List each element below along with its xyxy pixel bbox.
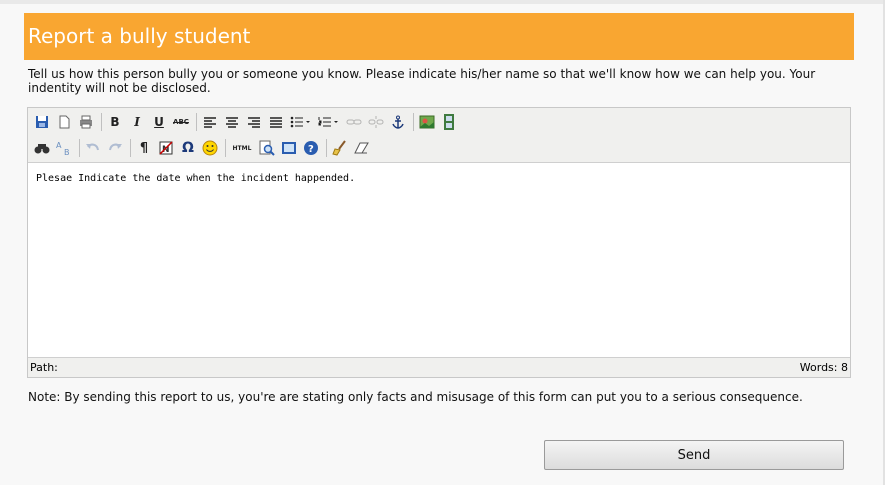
toolbar-separator	[79, 139, 80, 157]
svg-text:?: ?	[308, 144, 314, 155]
unlink-icon[interactable]	[366, 112, 386, 132]
toolbar-separator	[326, 139, 327, 157]
italic-button[interactable]: I	[127, 112, 147, 132]
page-title: Report a bully student	[24, 13, 854, 60]
align-left-icon[interactable]	[200, 112, 220, 132]
preview-icon[interactable]	[257, 138, 277, 158]
rich-text-editor[interactable]: B I U ABC A B ¶ N Ω HTML ? Plesae Indica…	[27, 107, 851, 378]
replace-icon[interactable]: AB	[54, 138, 74, 158]
eraser-icon[interactable]	[352, 138, 372, 158]
anchor-icon[interactable]	[388, 112, 408, 132]
redo-icon[interactable]	[105, 138, 125, 158]
justify-icon[interactable]	[266, 112, 286, 132]
remove-format-icon[interactable]: N	[156, 138, 176, 158]
path-label: Path:	[30, 361, 58, 374]
align-right-icon[interactable]	[244, 112, 264, 132]
editor-content-area[interactable]: Plesae Indicate the date when the incide…	[28, 163, 850, 357]
media-icon[interactable]	[439, 112, 459, 132]
svg-text:A: A	[56, 141, 62, 150]
toolbar-separator	[225, 139, 226, 157]
toolbar-separator	[196, 113, 197, 131]
strikethrough-button[interactable]: ABC	[171, 112, 191, 132]
link-icon[interactable]	[344, 112, 364, 132]
undo-icon[interactable]	[83, 138, 103, 158]
top-border	[0, 0, 885, 4]
fullscreen-icon[interactable]	[279, 138, 299, 158]
disclaimer-note: Note: By sending this report to us, you'…	[28, 390, 803, 404]
toolbar-separator	[413, 113, 414, 131]
image-icon[interactable]	[417, 112, 437, 132]
toolbar-separator	[130, 139, 131, 157]
emoticon-icon[interactable]	[200, 138, 220, 158]
find-icon[interactable]	[32, 138, 52, 158]
intro-text: Tell us how this person bully you or som…	[28, 67, 816, 95]
special-char-icon[interactable]: Ω	[178, 138, 198, 158]
svg-text:B: B	[64, 148, 70, 156]
bullet-list-icon[interactable]	[288, 112, 314, 132]
word-count: Words: 8	[799, 361, 848, 374]
html-source-icon[interactable]: HTML	[229, 138, 255, 158]
paragraph-icon[interactable]: ¶	[134, 138, 154, 158]
underline-button[interactable]: U	[149, 112, 169, 132]
save-icon[interactable]	[32, 112, 52, 132]
editor-toolbar: B I U ABC A B ¶ N Ω HTML ?	[28, 108, 850, 163]
toolbar-row-1: B I U ABC	[32, 110, 461, 134]
editor-statusbar: Path: Words: 8	[28, 357, 850, 377]
toolbar-row-2: AB ¶ N Ω HTML ?	[32, 136, 374, 160]
toolbar-separator	[101, 113, 102, 131]
align-center-icon[interactable]	[222, 112, 242, 132]
bold-button[interactable]: B	[105, 112, 125, 132]
send-button[interactable]: Send	[544, 440, 844, 470]
help-icon[interactable]: ?	[301, 138, 321, 158]
numbered-list-icon[interactable]	[316, 112, 342, 132]
cleanup-icon[interactable]	[330, 138, 350, 158]
new-document-icon[interactable]	[54, 112, 74, 132]
print-icon[interactable]	[76, 112, 96, 132]
